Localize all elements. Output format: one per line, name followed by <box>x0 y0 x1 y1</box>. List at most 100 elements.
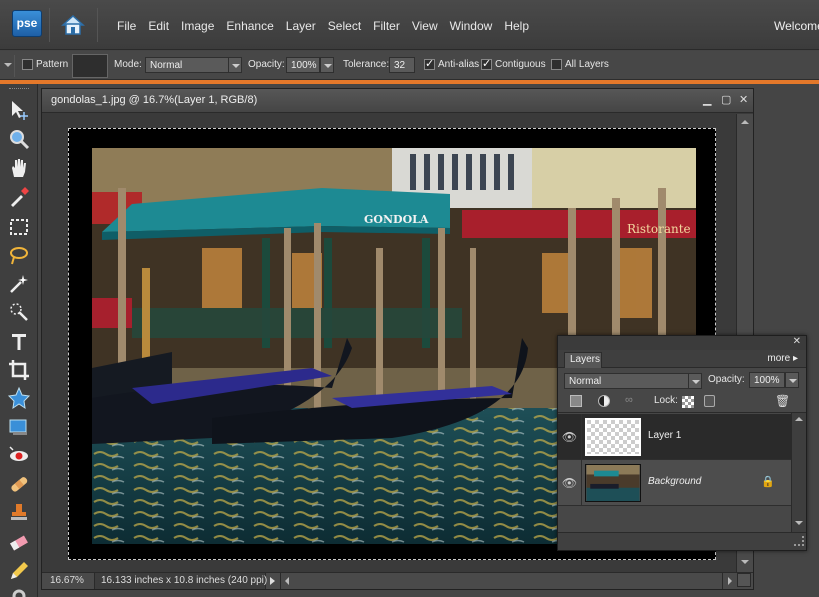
scroll-right-icon <box>728 577 732 585</box>
tolerance-field[interactable]: 32 <box>389 57 415 73</box>
document-title: gondolas_1.jpg @ 16.7%(Layer 1, RGB/8) <box>51 94 258 106</box>
mode-select[interactable]: Normal <box>145 57 229 73</box>
antialias-checkbox[interactable] <box>424 57 435 70</box>
lock-icon: 🔒 <box>761 476 775 488</box>
adjustment-layer-icon[interactable] <box>598 395 610 407</box>
menu-filter[interactable]: Filter <box>373 19 400 33</box>
scroll-up-icon[interactable] <box>795 417 803 421</box>
healing-brush-tool-icon[interactable] <box>7 472 31 496</box>
opacity-field[interactable]: 100% <box>286 57 320 73</box>
move-tool-icon[interactable] <box>7 98 31 122</box>
layers-tab-row: Layers more ▸ <box>558 350 806 368</box>
pattern-checkbox[interactable] <box>22 59 33 70</box>
app-window: pse File Edit Image Enhance Layer Select… <box>0 0 819 597</box>
sign-text: Ristorante <box>627 222 691 236</box>
layers-panel-header[interactable]: ✕ <box>558 336 806 350</box>
divider <box>14 55 15 77</box>
eyedropper-tool-icon[interactable] <box>7 185 31 209</box>
resize-grip-icon[interactable] <box>794 536 804 546</box>
mode-label: Mode: <box>114 59 142 70</box>
lock-transparency-icon[interactable] <box>682 396 694 408</box>
opacity-dropdown-arrow-icon[interactable] <box>320 57 334 73</box>
document-dimensions: 16.133 inches x 10.8 inches (240 ppi) <box>94 573 267 589</box>
layers-panel: ✕ Layers more ▸ Normal Opacity: 100% ∞ L… <box>557 335 807 551</box>
red-eye-tool-icon[interactable] <box>7 444 31 468</box>
maximize-icon[interactable]: ▢ <box>721 93 731 106</box>
layer-opacity-dropdown-arrow-icon[interactable] <box>785 372 799 388</box>
scroll-left-button[interactable] <box>280 573 294 589</box>
blend-mode-select[interactable]: Normal <box>564 373 690 389</box>
document-title-bar[interactable]: gondolas_1.jpg @ 16.7%(Layer 1, RGB/8) ▁… <box>42 89 753 113</box>
cookie-cutter-tool-icon[interactable] <box>7 416 31 440</box>
hand-tool-icon[interactable] <box>7 156 31 180</box>
layers-scrollbar[interactable] <box>791 413 806 532</box>
divider <box>49 8 50 42</box>
status-menu-arrow-icon[interactable] <box>270 577 275 585</box>
menu-view[interactable]: View <box>412 19 438 33</box>
toolbox-grip[interactable] <box>9 88 29 89</box>
layer-name[interactable]: Background <box>648 476 701 487</box>
antialias-label: Anti-alias <box>438 59 480 70</box>
menu-window[interactable]: Window <box>450 19 493 33</box>
mode-dropdown-arrow-icon[interactable] <box>228 57 242 73</box>
pattern-label: Pattern <box>36 59 69 70</box>
magic-wand-tool-icon[interactable] <box>7 272 31 296</box>
accent-divider <box>0 80 819 84</box>
shape-tool-icon[interactable] <box>7 386 31 410</box>
layer-row-layer-1[interactable]: 👁 Layer 1 <box>558 414 791 460</box>
eraser-tool-icon[interactable] <box>7 531 31 555</box>
tab-layers[interactable]: Layers <box>564 352 602 368</box>
layer-row-background[interactable]: 👁 Background 🔒 <box>558 460 791 506</box>
type-tool-icon[interactable] <box>7 330 31 354</box>
scroll-down-icon[interactable] <box>741 560 749 564</box>
all-layers-checkbox[interactable] <box>551 59 562 70</box>
layers-list-empty <box>558 506 791 532</box>
divider <box>97 8 98 42</box>
menu-layer[interactable]: Layer <box>286 19 316 33</box>
lock-all-icon[interactable] <box>704 395 715 407</box>
scroll-down-icon[interactable] <box>795 521 803 525</box>
contiguous-checkbox[interactable] <box>481 57 492 70</box>
marquee-tool-icon[interactable] <box>7 215 31 239</box>
tool-preset-arrow-icon[interactable] <box>4 63 12 67</box>
gear-icon[interactable] <box>7 584 31 597</box>
main-menu: File Edit Image Enhance Layer Select Fil… <box>117 19 541 33</box>
link-icon[interactable]: ∞ <box>625 394 633 406</box>
quick-selection-tool-icon[interactable] <box>7 300 31 324</box>
clone-stamp-tool-icon[interactable] <box>7 501 31 525</box>
zoom-tool-icon[interactable] <box>7 127 31 151</box>
welcome-link[interactable]: Welcome <box>774 19 819 33</box>
home-icon[interactable] <box>60 13 86 37</box>
menu-select[interactable]: Select <box>328 19 361 33</box>
pattern-picker[interactable] <box>72 54 108 78</box>
menu-bar: pse File Edit Image Enhance Layer Select… <box>0 0 819 50</box>
zoom-level[interactable]: 16.67% <box>50 575 84 586</box>
new-layer-icon[interactable] <box>570 395 582 407</box>
contiguous-label: Contiguous <box>495 59 546 70</box>
eye-icon[interactable]: 👁 <box>558 460 582 506</box>
lasso-tool-icon[interactable] <box>7 243 31 267</box>
scroll-right-button[interactable] <box>722 573 736 589</box>
navigator-toggle-icon[interactable] <box>737 573 751 587</box>
minimize-icon[interactable]: ▁ <box>703 93 711 106</box>
menu-help[interactable]: Help <box>504 19 529 33</box>
pencil-tool-icon[interactable] <box>7 559 31 583</box>
menu-edit[interactable]: Edit <box>148 19 169 33</box>
trash-icon[interactable]: 🗑 <box>775 394 790 408</box>
layer-name[interactable]: Layer 1 <box>648 430 681 441</box>
scroll-up-icon[interactable] <box>741 120 749 124</box>
layer-actions-row: ∞ Lock: 🗑 <box>558 391 806 413</box>
menu-image[interactable]: Image <box>181 19 214 33</box>
pse-logo: pse <box>12 10 42 37</box>
menu-enhance[interactable]: Enhance <box>226 19 273 33</box>
eye-icon[interactable]: 👁 <box>558 414 582 460</box>
menu-file[interactable]: File <box>117 19 136 33</box>
panel-close-icon[interactable]: ✕ <box>793 336 801 347</box>
more-label: more <box>767 353 791 364</box>
layer-opacity-field[interactable]: 100% <box>749 372 785 388</box>
blend-mode-dropdown-arrow-icon[interactable] <box>688 373 702 389</box>
crop-tool-icon[interactable] <box>7 358 31 382</box>
more-menu[interactable]: more ▸ <box>767 353 798 364</box>
more-arrow-icon: ▸ <box>792 353 798 364</box>
close-icon[interactable]: ✕ <box>739 93 748 106</box>
